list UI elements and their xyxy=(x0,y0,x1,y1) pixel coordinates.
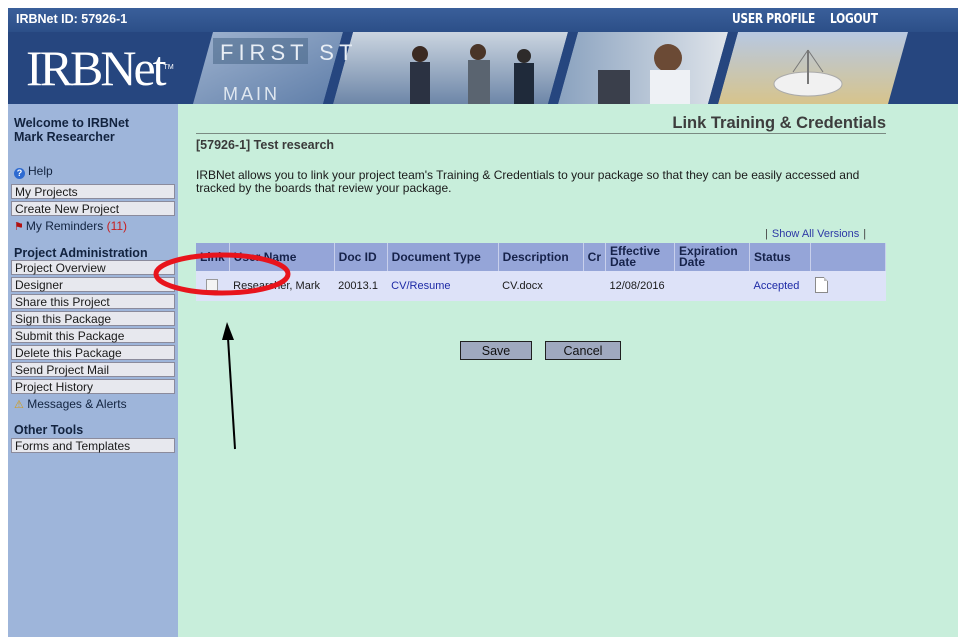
irbnet-id: IRBNet ID: 57926-1 xyxy=(16,12,128,26)
col-cr: Cr xyxy=(583,243,607,271)
reminder-flag-icon: ⚑ xyxy=(14,221,24,233)
welcome-block: Welcome to IRBNet Mark Researcher xyxy=(14,116,129,144)
nav-forms-templates[interactable]: Forms and Templates xyxy=(11,438,175,453)
user-name: Mark Researcher xyxy=(14,130,115,144)
nav-create-new-project[interactable]: Create New Project xyxy=(11,201,175,216)
user-name-cell: Researcher, Mark xyxy=(229,271,335,301)
status-link[interactable]: Accepted xyxy=(749,271,811,301)
project-administration-heading: Project Administration xyxy=(14,246,148,260)
irbnet-logo: IRBNetTM xyxy=(26,40,174,96)
document-icon[interactable] xyxy=(814,276,828,293)
sidebar: Welcome to IRBNet Mark Researcher ? Help … xyxy=(8,104,178,637)
reminders-count: (11) xyxy=(106,219,128,233)
col-document xyxy=(810,243,886,271)
help-link[interactable]: ? Help xyxy=(14,164,53,179)
main-content: Link Training & Credentials [57926-1] Te… xyxy=(178,104,898,637)
intro-text: IRBNet allows you to link your project t… xyxy=(196,168,860,195)
col-description: Description xyxy=(498,243,584,271)
other-tools-heading: Other Tools xyxy=(14,423,84,437)
title-divider xyxy=(196,133,886,134)
nav-project-history[interactable]: Project History xyxy=(11,379,175,394)
table-header-row: Link User Name Doc ID Document Type Desc… xyxy=(196,243,886,271)
document-cell xyxy=(810,271,886,301)
show-all-versions: | Show All Versions | xyxy=(765,228,867,240)
link-checkbox[interactable] xyxy=(206,278,218,291)
col-document-type: Document Type xyxy=(387,243,499,271)
project-name: [57926-1] Test research xyxy=(196,138,335,152)
user-profile-link[interactable]: USER PROFILE xyxy=(732,12,815,27)
help-icon: ? xyxy=(14,168,25,179)
effective-date-cell: 12/08/2016 xyxy=(605,271,675,301)
doc-id-cell: 20013.1 xyxy=(334,271,388,301)
sign-text: FIRST ST xyxy=(220,40,357,65)
nav-my-projects[interactable]: My Projects xyxy=(11,184,175,199)
welcome-line: Welcome to IRBNet xyxy=(14,116,130,130)
nav-messages-alerts[interactable]: ⚠ Messages & Alerts xyxy=(14,397,127,411)
page-title: Link Training & Credentials xyxy=(672,114,886,132)
credentials-table: Link User Name Doc ID Document Type Desc… xyxy=(196,243,886,301)
col-status: Status xyxy=(749,243,812,271)
col-expiration-date: Expiration Date xyxy=(674,243,751,271)
table-row: Researcher, Mark 20013.1 CV/Resume CV.do… xyxy=(196,271,886,301)
banner: FIRST ST MAIN IRBNetTM xyxy=(8,32,958,104)
nav-my-reminders[interactable]: ⚑ My Reminders (11) xyxy=(14,219,127,233)
sign-text-2: MAIN xyxy=(223,84,280,104)
cancel-button[interactable]: Cancel xyxy=(545,341,621,360)
irbnet-window: IRBNet ID: 57926-1 USER PROFILE LOGOUT F… xyxy=(8,8,958,637)
nav-share-project[interactable]: Share this Project xyxy=(11,294,175,309)
col-user-name: User Name xyxy=(229,243,335,271)
logout-link[interactable]: LOGOUT xyxy=(830,12,878,27)
nav-delete-package[interactable]: Delete this Package xyxy=(11,345,175,360)
right-margin xyxy=(898,104,958,637)
nav-submit-package[interactable]: Submit this Package xyxy=(11,328,175,343)
show-all-versions-link[interactable]: Show All Versions xyxy=(772,228,859,240)
nav-sign-package[interactable]: Sign this Package xyxy=(11,311,175,326)
nav-send-project-mail[interactable]: Send Project Mail xyxy=(11,362,175,377)
top-bar: IRBNet ID: 57926-1 USER PROFILE LOGOUT xyxy=(8,8,958,32)
cr-cell xyxy=(583,271,606,301)
col-effective-date: Effective Date xyxy=(605,243,676,271)
nav-project-overview[interactable]: Project Overview xyxy=(11,260,175,275)
col-link: Link xyxy=(196,243,230,271)
link-cell xyxy=(196,271,230,301)
expiration-date-cell xyxy=(674,271,750,301)
document-type-link[interactable]: CV/Resume xyxy=(387,271,499,301)
col-doc-id: Doc ID xyxy=(334,243,388,271)
description-cell: CV.docx xyxy=(498,271,584,301)
alert-icon: ⚠ xyxy=(14,399,24,411)
save-button[interactable]: Save xyxy=(460,341,532,360)
nav-designer[interactable]: Designer xyxy=(11,277,175,292)
